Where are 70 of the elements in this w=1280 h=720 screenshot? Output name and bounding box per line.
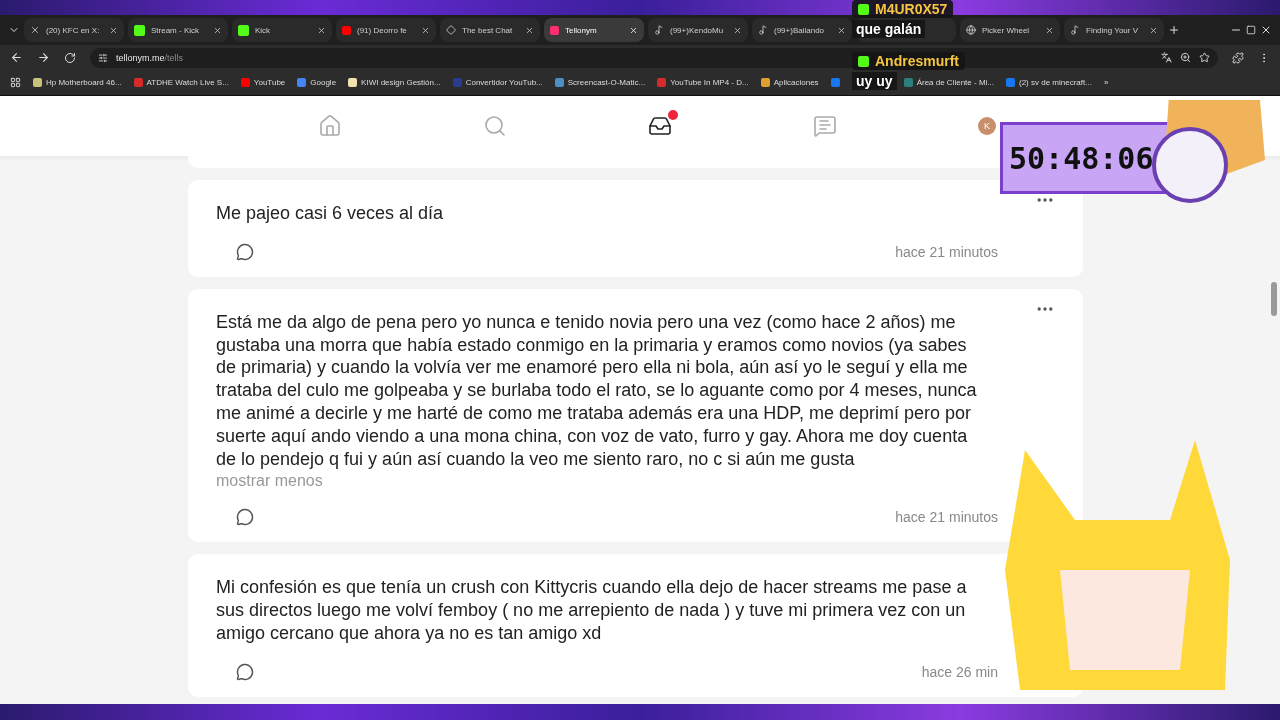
browser-tab[interactable]: Kick [232,18,332,42]
browser-tab[interactable]: The best Chat [440,18,540,42]
translate-icon[interactable] [1161,52,1172,63]
maximize-icon[interactable] [1246,25,1256,35]
post-time: hace 21 minutos [895,509,998,526]
bookmark-star-icon[interactable] [1199,52,1210,63]
diamond-icon [446,25,456,35]
kick-logo-icon [858,55,869,67]
bookmark-link[interactable]: YouTube [240,78,286,87]
chat-message: uy uy [852,72,897,90]
close-icon[interactable] [733,25,742,35]
close-icon[interactable] [421,25,430,35]
youtube-logo-icon [342,25,351,35]
bookmark-link[interactable]: Área de Cliente - Mi... [903,78,994,87]
zoom-icon[interactable] [1180,52,1191,63]
bookmark-link[interactable]: ATDHE Watch Live S... [133,78,229,87]
reload-icon[interactable] [64,51,76,64]
site-settings-icon[interactable] [98,52,108,63]
facebook-logo-icon[interactable] [830,78,840,87]
browser-tab[interactable]: (20) KFC en X: [24,18,124,42]
apps-grid-icon[interactable] [10,77,21,88]
chat-username: M4UR0X57 [852,0,954,18]
close-icon[interactable] [837,25,846,35]
bookmark-link[interactable]: Google [297,78,337,87]
more-bookmarks-link[interactable]: » [1103,78,1109,87]
close-icon[interactable] [1149,25,1158,35]
back-icon[interactable] [10,51,23,64]
url-text: tellonym.me/tells [116,52,184,63]
comment-icon[interactable] [236,508,254,527]
bookmark-link[interactable]: Screencast-O-Matic... [554,78,646,87]
browser-tab[interactable]: Tellonym [544,18,644,42]
close-icon[interactable] [213,25,222,35]
close-icon[interactable] [109,25,118,35]
bookmark-link[interactable]: YouTube In MP4 - D... [657,78,749,87]
comment-icon[interactable] [236,242,254,261]
post-text: Mi confesión es que tenía un crush con Kittycris cuando ella dejo de hacer streams me pase a sus directos luego me volví femboy ( no me arrepiento de nada ) y tuve mi primera vez con un amigo cercano que ahora ya no es tan amigo xd [216,576,968,645]
browser-tab[interactable]: Picker Wheel [960,18,1060,42]
post-time: hace 21 minutos [895,243,998,260]
kick-logo-icon [858,3,869,15]
bookmark-link[interactable]: Hp Motherboard 46... [33,78,122,87]
globe-icon [966,25,976,35]
new-tab-icon[interactable] [1168,24,1180,36]
browser-tab[interactable]: Finding Your V [1064,18,1164,42]
kick-logo-icon [238,24,249,36]
close-icon[interactable] [525,25,534,35]
browser-tab[interactable]: (99+)Bailando [752,18,852,42]
post-text: Está me da algo de pena pero yo nunca e tenido novia pero una vez (como hace 2 años) me gustaba una morra que había estado conmigo en la primaria y eramos como novios (ya sabes de primaria) y cuando la volvía ver me enamoré pero ella ni bola, aún así yo le seguí y ella me trataba del culo me golpeaba y se burlaba todo el rato, se lo aguante como por 4 meses, nunca me animé a decirle y me harté de como me trataba además era una HDP, me deprimí pero por suerte aquí ando viendo a una mona china, con voz de vato, furro y gay. Ahora me doy cuenta de lo pendejo q fui y aún así cuando la veo me siento raro, no c si aún me gusta [216,310,978,471]
x-logo-icon [30,25,40,35]
post-text: Me pajeo casi 6 veces al día [216,202,445,225]
bookmark-link[interactable]: (2) sv de minecraft... [1006,78,1092,87]
inbox-icon[interactable] [648,114,672,138]
bookmark-link[interactable]: Aplicaciones [760,78,819,87]
browser-tab[interactable]: (91) Deorro fe [336,18,436,42]
chat-message: que galán [852,20,926,38]
close-icon[interactable] [317,25,326,35]
browser-tab[interactable]: (99+)KendoMu [648,18,748,42]
comment-icon[interactable] [236,662,254,681]
browser-tab[interactable]: Stream - Kick [128,18,228,42]
kick-logo-icon [134,24,145,36]
forward-icon[interactable] [37,51,50,64]
bookmark-link[interactable]: Convertidor YouTub... [452,78,543,87]
scrollbar-thumb[interactable] [1271,282,1277,316]
post-time: hace 26 min [921,663,998,680]
chat-username: Andresmurft [852,52,965,70]
close-icon[interactable] [629,25,638,35]
bookmark-link[interactable]: KIWI design Gestión... [348,78,441,87]
close-icon[interactable] [1045,25,1054,35]
extensions-icon[interactable] [1232,51,1244,64]
tellonym-logo-icon [550,25,559,35]
close-icon[interactable] [1260,24,1272,36]
